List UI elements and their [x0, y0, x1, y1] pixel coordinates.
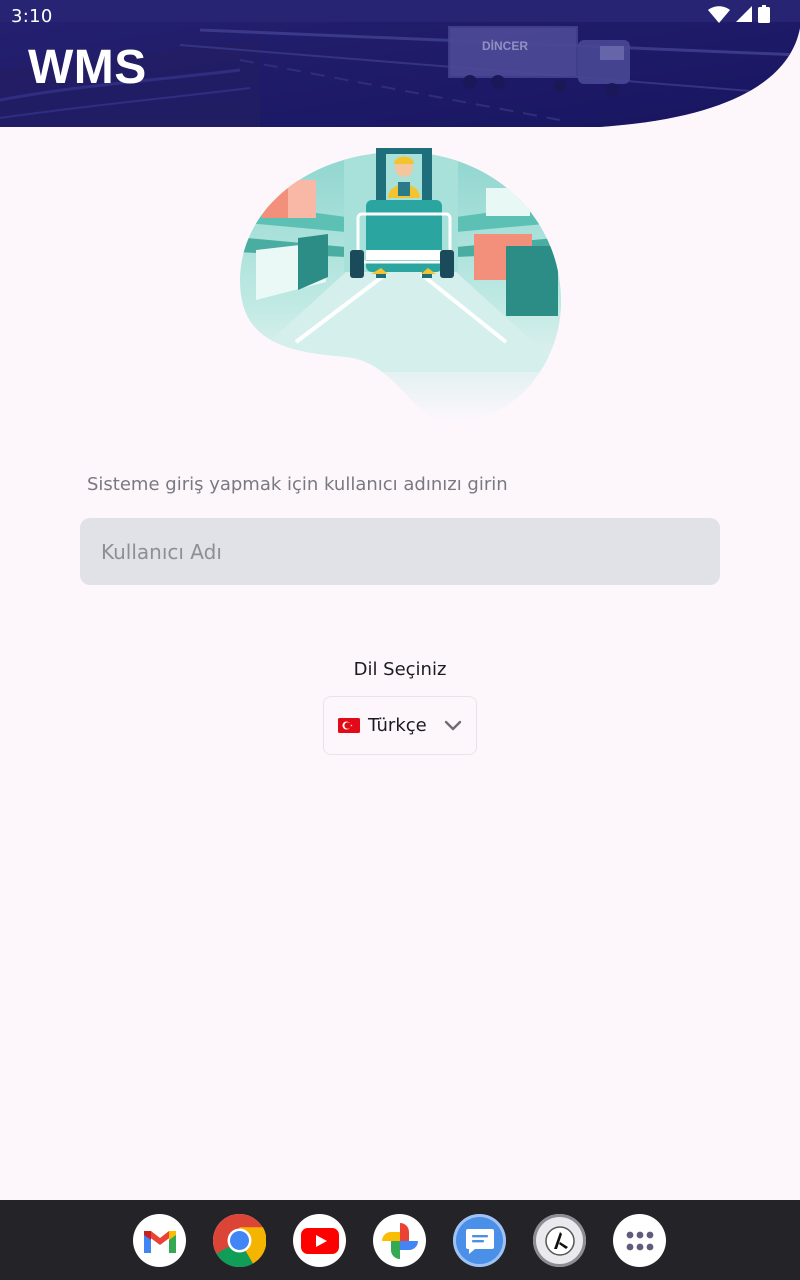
messages-icon[interactable]: [453, 1214, 506, 1267]
username-input[interactable]: [80, 518, 720, 585]
app-title: WMS: [28, 41, 147, 94]
login-instruction: Sisteme giriş yapmak için kullanıcı adın…: [87, 474, 508, 495]
youtube-icon[interactable]: [293, 1214, 346, 1267]
language-label: Dil Seçiniz: [353, 659, 447, 680]
app-header: DİNCER 3:10 WMS: [0, 0, 800, 128]
app-drawer-icon[interactable]: [613, 1214, 666, 1267]
custom-app-icon[interactable]: [533, 1214, 586, 1267]
battery-icon: [758, 5, 770, 23]
signal-icon: [736, 6, 752, 22]
wifi-icon: [708, 5, 730, 23]
chevron-down-icon: [444, 720, 462, 731]
warehouse-forklift-illustration: [239, 148, 562, 423]
app-dock: [0, 1200, 800, 1280]
photos-icon[interactable]: [373, 1214, 426, 1267]
chrome-icon[interactable]: [213, 1214, 266, 1267]
status-bar: 3:10: [0, 0, 800, 32]
turkey-flag-icon: [338, 718, 360, 733]
gmail-icon[interactable]: [133, 1214, 186, 1267]
language-dropdown[interactable]: Türkçe: [323, 696, 477, 755]
language-selected: Türkçe: [368, 715, 427, 736]
status-time: 3:10: [11, 6, 53, 27]
